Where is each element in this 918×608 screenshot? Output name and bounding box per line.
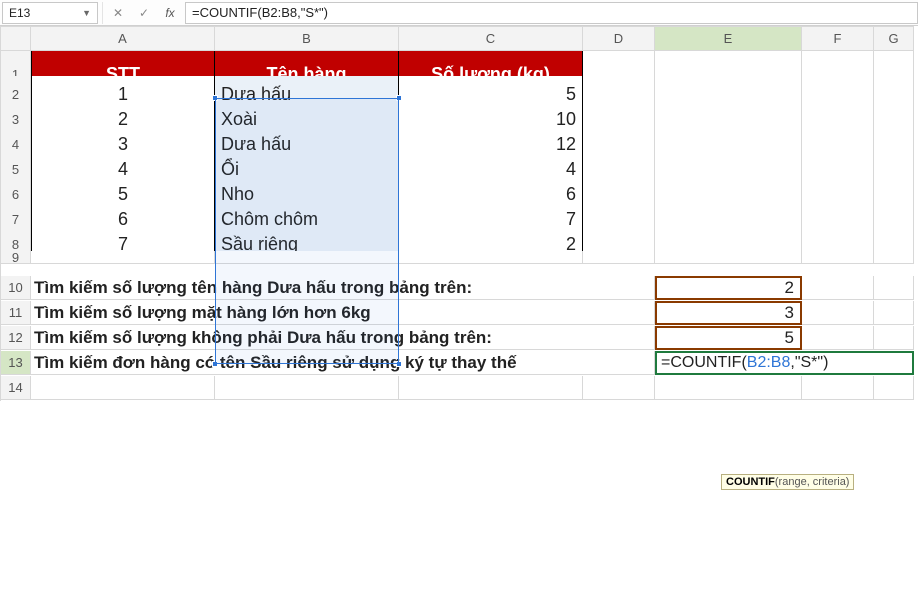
cell-E10[interactable]: 2 (655, 276, 802, 300)
cell-A9[interactable] (31, 251, 215, 264)
formula-text: =COUNTIF(B2:B8,"S*") (192, 5, 328, 20)
range-handle[interactable] (212, 95, 218, 101)
row-header-10[interactable]: 10 (1, 276, 31, 300)
cell-G14[interactable] (874, 376, 914, 400)
cell-A13[interactable]: Tìm kiếm đơn hàng có tên Sầu riêng sử dụ… (31, 351, 655, 375)
cell-F14[interactable] (802, 376, 874, 400)
range-handle[interactable] (212, 361, 218, 367)
cell-A10[interactable]: Tìm kiếm số lượng tên hàng Dưa hấu trong… (31, 276, 655, 300)
cell-G12[interactable] (874, 326, 914, 350)
row-header-14[interactable]: 14 (1, 376, 31, 400)
enter-icon[interactable]: ✓ (133, 2, 155, 24)
cell-E9[interactable] (655, 251, 802, 264)
cell-A12[interactable]: Tìm kiếm số lượng không phải Dưa hấu tro… (31, 326, 655, 350)
formula-input[interactable]: =COUNTIF(B2:B8,"S*") (185, 2, 918, 24)
row-header-9[interactable]: 9 (1, 251, 31, 264)
cell-G9[interactable] (874, 251, 914, 264)
col-header-F[interactable]: F (802, 26, 874, 51)
col-header-G[interactable]: G (874, 26, 914, 51)
cell-A11[interactable]: Tìm kiếm số lượng mặt hàng lớn hơn 6kg (31, 301, 655, 325)
row-header-11[interactable]: 11 (1, 301, 31, 325)
cell-F12[interactable] (802, 326, 874, 350)
cell-B9[interactable] (215, 251, 399, 264)
name-box[interactable]: E13 ▼ (2, 2, 98, 24)
fx-icon[interactable]: fx (159, 2, 181, 24)
cell-D9[interactable] (583, 251, 655, 264)
cell-C9[interactable] (399, 251, 583, 264)
cell-G11[interactable] (874, 301, 914, 325)
tooltip-args: (range, criteria) (775, 476, 850, 488)
formula-part-ref: B2:B8 (747, 354, 791, 372)
cell-E11[interactable]: 3 (655, 301, 802, 325)
cell-E13[interactable]: =COUNTIF(B2:B8,"S*") (655, 351, 914, 375)
cancel-icon[interactable]: ✕ (107, 2, 129, 24)
cell-F10[interactable] (802, 276, 874, 300)
function-tooltip: COUNTIF(range, criteria) (721, 474, 854, 490)
formula-bar: E13 ▼ ✕ ✓ fx =COUNTIF(B2:B8,"S*") (0, 0, 918, 26)
range-handle[interactable] (396, 95, 402, 101)
chevron-down-icon[interactable]: ▼ (82, 8, 91, 18)
col-header-E[interactable]: E (655, 26, 802, 51)
cell-E12[interactable]: 5 (655, 326, 802, 350)
range-handle[interactable] (396, 361, 402, 367)
cell-B14[interactable] (215, 376, 399, 400)
col-header-A[interactable]: A (31, 26, 215, 51)
row-header-13[interactable]: 13 (1, 351, 31, 375)
name-box-value: E13 (9, 6, 30, 20)
cell-A14[interactable] (31, 376, 215, 400)
select-all-corner[interactable] (1, 26, 31, 51)
col-header-C[interactable]: C (399, 26, 583, 51)
col-header-D[interactable]: D (583, 26, 655, 51)
formula-part-suffix: ,"S*") (790, 354, 828, 372)
formula-part-prefix: =COUNTIF( (661, 354, 747, 372)
cell-E14[interactable] (655, 376, 802, 400)
cell-G10[interactable] (874, 276, 914, 300)
cell-D14[interactable] (583, 376, 655, 400)
row-header-12[interactable]: 12 (1, 326, 31, 350)
cell-F11[interactable] (802, 301, 874, 325)
cell-F9[interactable] (802, 251, 874, 264)
spreadsheet-grid[interactable]: A B C D E F G 1 STT Tên hàng Số lượng (k… (0, 26, 918, 401)
tooltip-fn: COUNTIF (726, 476, 775, 488)
cell-C14[interactable] (399, 376, 583, 400)
col-header-B[interactable]: B (215, 26, 399, 51)
